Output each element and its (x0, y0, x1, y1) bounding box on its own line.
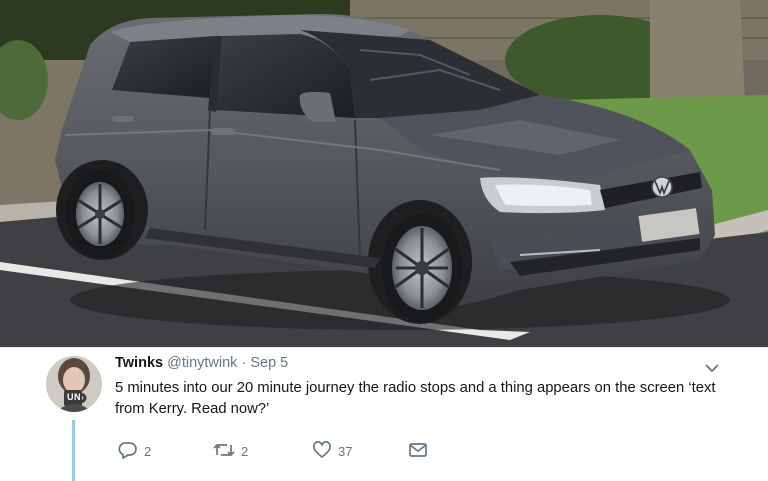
tweet-card: UN Twinks @tinytwink · Sep 5 5 minutes i… (0, 347, 768, 481)
thread-line (72, 420, 75, 481)
chevron-down-icon[interactable] (705, 360, 719, 373)
tweet-header: Twinks @tinytwink · Sep 5 (115, 355, 288, 375)
reply-icon (118, 441, 144, 462)
user-handle[interactable]: @tinytwink (167, 355, 237, 371)
display-name[interactable]: Twinks (115, 355, 163, 371)
like-count: 37 (338, 443, 353, 459)
header-separator: · (241, 355, 247, 371)
car-photo (0, 0, 768, 347)
reply-count: 2 (144, 443, 152, 459)
heart-icon (312, 440, 338, 462)
tweet-actions: 2 2 37 (115, 440, 535, 462)
avatar[interactable] (46, 356, 102, 412)
tweet-date[interactable]: Sep 5 (250, 355, 288, 371)
retweet-button[interactable]: 2 (213, 440, 248, 462)
direct-message-icon (408, 441, 434, 462)
avatar-mug-text: UN (67, 392, 81, 402)
reply-button[interactable]: 2 (118, 440, 151, 462)
retweet-icon (213, 441, 241, 462)
direct-message-button[interactable] (408, 440, 434, 462)
tweet-text: 5 minutes into our 20 minute journey the… (115, 380, 716, 417)
retweet-count: 2 (241, 443, 249, 459)
like-button[interactable]: 37 (312, 440, 352, 462)
